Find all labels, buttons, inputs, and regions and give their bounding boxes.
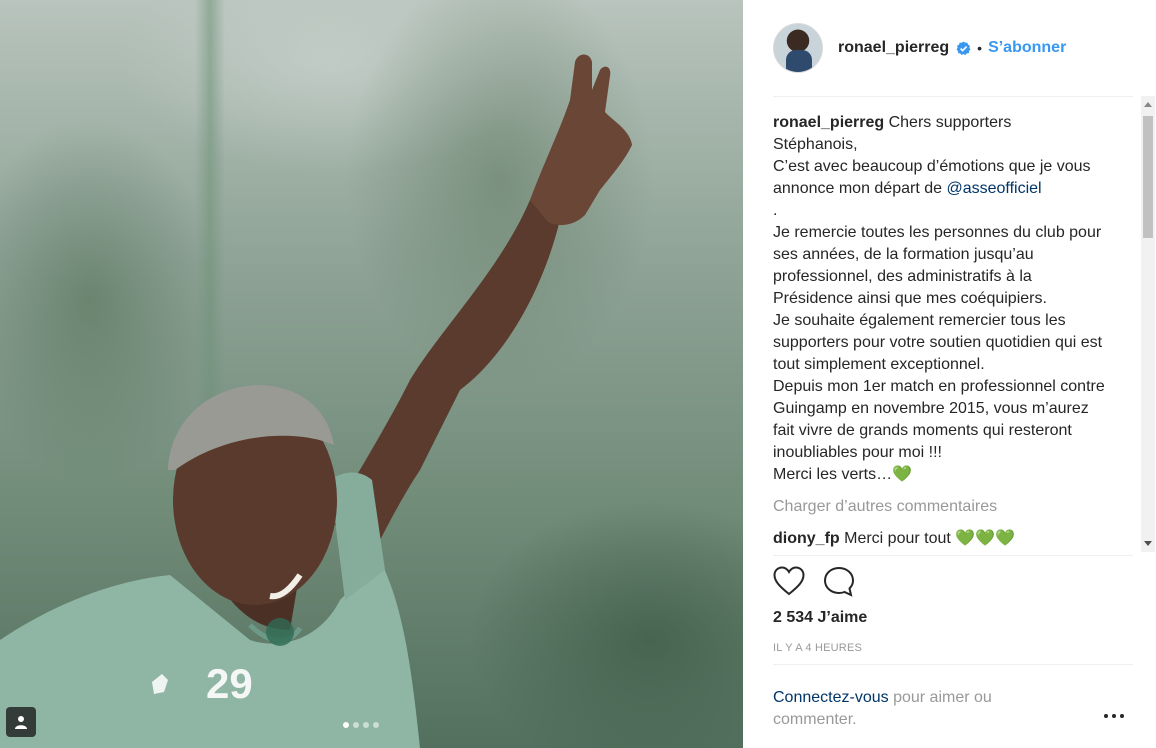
- comments-divider: [773, 555, 1133, 556]
- post-sidebar: ronael_pierreg • S’abonner ronael_pierre…: [743, 0, 1156, 748]
- post-photo[interactable]: 29: [0, 0, 743, 748]
- header-separator: •: [977, 40, 983, 56]
- scrollbar-thumb[interactable]: [1143, 116, 1153, 238]
- load-more-comments-button[interactable]: Charger d’autres commentaires: [773, 496, 1143, 518]
- post-header: ronael_pierreg • S’abonner: [773, 22, 1066, 74]
- header-username[interactable]: ronael_pierreg: [838, 39, 949, 57]
- green-heart-emoji: 💚: [892, 466, 913, 483]
- comment-emoji: 💚💚💚: [955, 530, 1016, 547]
- comment-text: Merci pour tout: [839, 530, 956, 547]
- user-tag-icon[interactable]: [6, 707, 36, 737]
- scroll-up-icon[interactable]: [1144, 102, 1152, 107]
- login-link[interactable]: Connectez-vous: [773, 689, 889, 706]
- scroll-down-icon[interactable]: [1144, 541, 1152, 546]
- carousel-dot: [343, 722, 349, 728]
- comments-list[interactable]: ronael_pierreg Chers supporters Stéphano…: [773, 112, 1143, 554]
- carousel-dot: [373, 722, 379, 728]
- verified-badge-icon: [956, 41, 971, 56]
- post-timestamp: IL Y A 4 HEURES: [773, 642, 863, 654]
- header-divider: [773, 96, 1133, 97]
- jersey-number: 29: [206, 660, 253, 707]
- post-actions: [773, 566, 855, 603]
- list-item: diony_fp Merci pour tout 💚💚💚: [773, 528, 1143, 550]
- post-caption: ronael_pierreg Chers supporters Stéphano…: [773, 112, 1113, 486]
- likes-count[interactable]: 2 534 J’aime: [773, 609, 867, 627]
- comment-bubble-icon[interactable]: [823, 566, 855, 603]
- ellipsis-icon[interactable]: [1103, 706, 1125, 724]
- footer-divider: [773, 664, 1133, 665]
- caption-text-end: . Je remercie toutes les personnes du cl…: [773, 202, 1105, 483]
- comment-author[interactable]: diony_fp: [773, 530, 840, 547]
- login-prompt: Connectez-vous pour aimer ou commenter.: [773, 687, 1043, 731]
- carousel-indicator: [343, 722, 379, 728]
- comments-scrollbar[interactable]: [1141, 96, 1155, 552]
- carousel-dot: [363, 722, 369, 728]
- player-illustration: 29: [0, 54, 632, 748]
- heart-outline-icon[interactable]: [773, 566, 805, 603]
- follow-button[interactable]: S’abonner: [988, 39, 1066, 57]
- carousel-dot: [353, 722, 359, 728]
- caption-mention-link[interactable]: @asseofficiel: [946, 180, 1041, 197]
- avatar[interactable]: [773, 23, 823, 73]
- caption-author[interactable]: ronael_pierreg: [773, 114, 884, 131]
